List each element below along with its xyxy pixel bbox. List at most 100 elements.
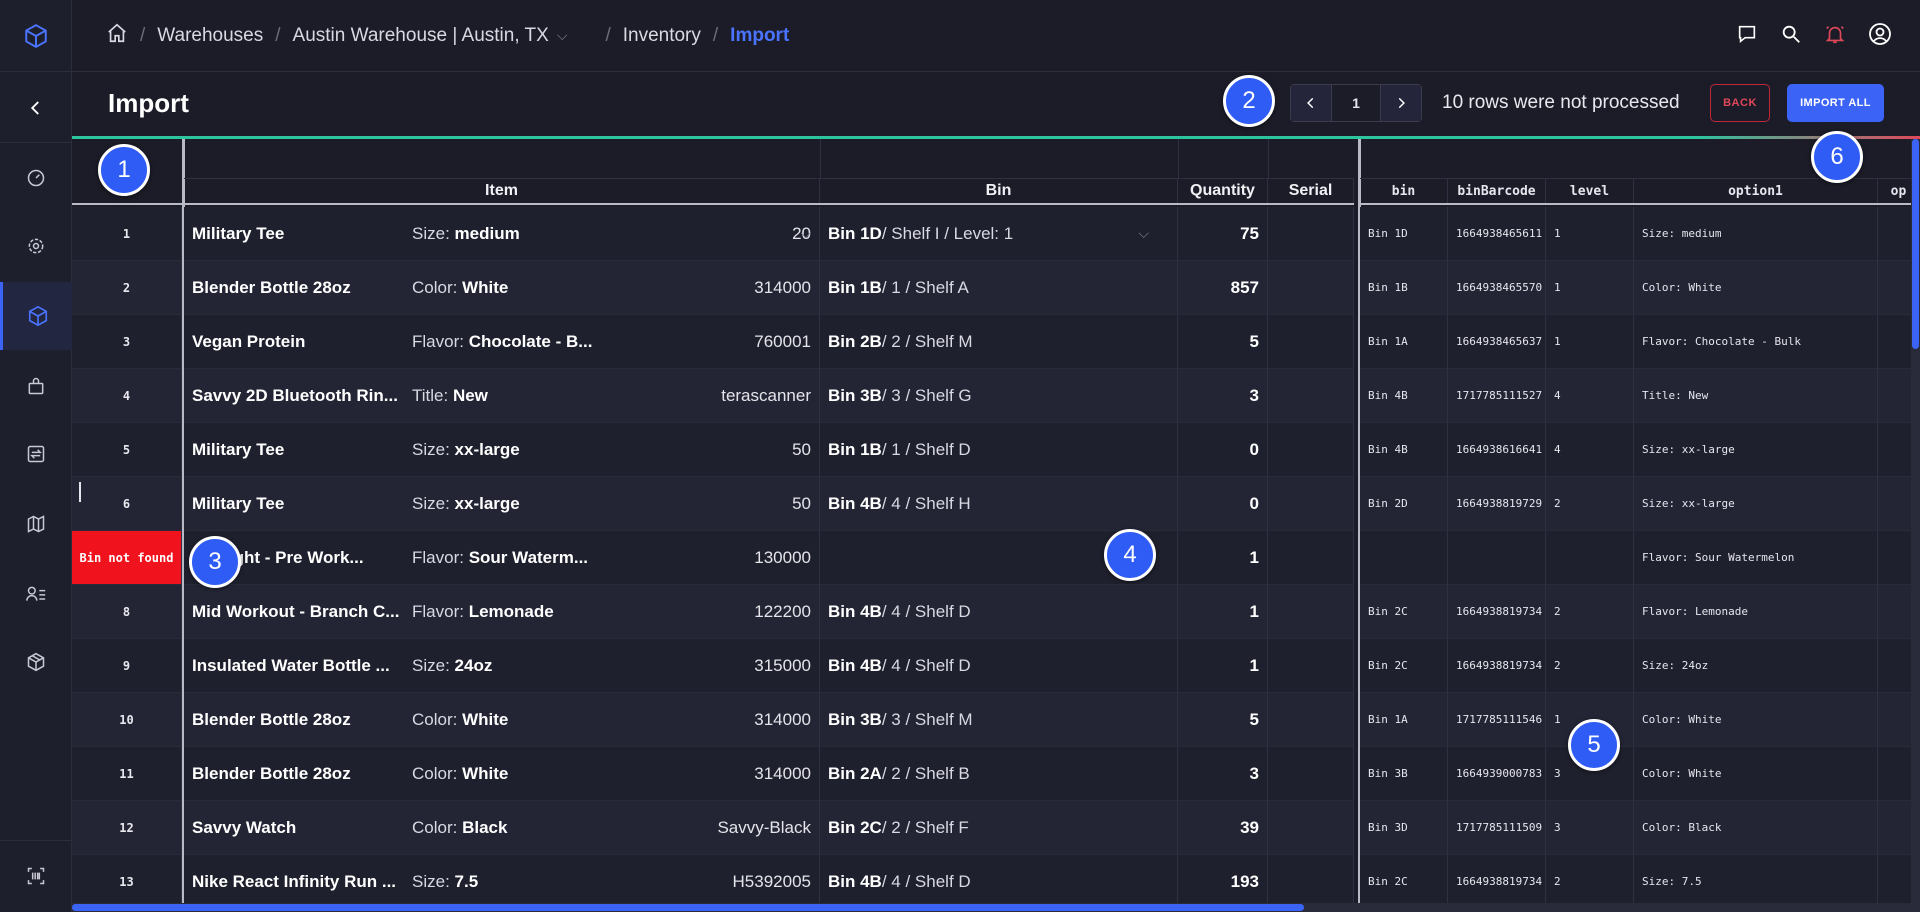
- bin-select[interactable]: Bin 3B / 3 / Shelf M: [820, 693, 1178, 746]
- quantity-value[interactable]: 1: [1178, 531, 1268, 584]
- item-variant[interactable]: Size: xx-large: [408, 423, 602, 476]
- table-row[interactable]: Blender Bottle 28oz Color: White 314000 Bin…: [184, 747, 1354, 801]
- quantity-value[interactable]: 3: [1178, 747, 1268, 800]
- table-row[interactable]: 8: [72, 585, 182, 639]
- table-row[interactable]: Mid Workout - Branch C... Flavor: Lemonad…: [184, 585, 1354, 639]
- bin-select[interactable]: Bin 4B / 4 / Shelf D: [820, 585, 1178, 638]
- settings-gear-icon[interactable]: [0, 212, 72, 280]
- quantity-value[interactable]: 75: [1178, 207, 1268, 260]
- quantity-value[interactable]: 5: [1178, 315, 1268, 368]
- prev-page-button[interactable]: [1291, 85, 1331, 121]
- item-variant[interactable]: Flavor: Chocolate - B...: [408, 315, 602, 368]
- bin-select[interactable]: Bin 2C / 2 / Shelf F: [820, 801, 1178, 854]
- notification-bell-icon[interactable]: [1824, 23, 1846, 50]
- serial-value[interactable]: [1268, 477, 1354, 530]
- item-variant[interactable]: Title: New: [408, 369, 602, 422]
- quantity-value[interactable]: 1: [1178, 585, 1268, 638]
- inventory-box-icon[interactable]: [0, 282, 72, 350]
- quantity-value[interactable]: 5: [1178, 693, 1268, 746]
- table-row[interactable]: 12: [72, 801, 182, 855]
- chevron-down-icon[interactable]: ⌵: [557, 27, 568, 44]
- chevron-down-icon[interactable]: ⌵: [800, 225, 811, 242]
- home-icon[interactable]: [106, 22, 128, 50]
- serial-value[interactable]: [1268, 639, 1354, 692]
- table-row[interactable]: Military Tee Size: xx-large 50 Bin 4B / 4 /…: [184, 477, 1354, 531]
- bag-icon[interactable]: [0, 352, 72, 420]
- serial-value[interactable]: [1268, 531, 1354, 584]
- quantity-value[interactable]: 857: [1178, 261, 1268, 314]
- breadcrumb-warehouse-select[interactable]: Austin Warehouse | Austin, TX: [293, 25, 549, 47]
- table-row[interactable]: 6: [72, 477, 182, 531]
- users-list-icon[interactable]: [0, 560, 72, 628]
- header-bin[interactable]: Bin: [820, 179, 1178, 203]
- item-variant[interactable]: Size: 24oz: [408, 639, 602, 692]
- item-variant[interactable]: Color: Black: [408, 801, 602, 854]
- header-item[interactable]: Item: [184, 179, 820, 203]
- bin-select[interactable]: Bin 4B / 4 / Shelf H: [820, 477, 1178, 530]
- item-variant[interactable]: Color: White: [408, 747, 602, 800]
- quantity-value[interactable]: 193: [1178, 855, 1268, 903]
- table-row[interactable]: 9: [72, 639, 182, 693]
- item-name[interactable]: Blender Bottle 28oz: [184, 261, 408, 314]
- header-serial[interactable]: Serial: [1268, 179, 1354, 203]
- table-row[interactable]: 10: [72, 693, 182, 747]
- header-raw-level[interactable]: level: [1546, 179, 1634, 203]
- cube-logo-icon[interactable]: [0, 0, 71, 72]
- header-raw-binbarcode[interactable]: binBarcode: [1448, 179, 1546, 203]
- item-variant[interactable]: Size: xx-large: [408, 477, 602, 530]
- next-page-button[interactable]: [1381, 85, 1421, 121]
- package-icon[interactable]: [0, 628, 72, 696]
- header-raw-bin[interactable]: bin: [1360, 179, 1448, 203]
- quantity-value[interactable]: 0: [1178, 423, 1268, 476]
- quantity-value[interactable]: 3: [1178, 369, 1268, 422]
- item-variant[interactable]: Size: medium: [408, 207, 602, 260]
- table-row[interactable]: 4: [72, 369, 182, 423]
- item-name[interactable]: Savvy 2D Bluetooth Rin...: [184, 369, 408, 422]
- item-variant[interactable]: Flavor: Lemonade: [408, 585, 602, 638]
- bin-select[interactable]: Bin 1B / 1 / Shelf D: [820, 423, 1178, 476]
- item-variant[interactable]: Size: 7.5: [408, 855, 602, 903]
- item-name[interactable]: Blender Bottle 28oz: [184, 693, 408, 746]
- bin-select[interactable]: Bin 2A / 2 / Shelf B: [820, 747, 1178, 800]
- item-name[interactable]: Military Tee: [184, 477, 408, 530]
- breadcrumb-warehouses[interactable]: Warehouses: [157, 25, 263, 47]
- map-icon[interactable]: [0, 490, 72, 558]
- table-row[interactable]: Insulated Water Bottle ... Size: 24oz 3150…: [184, 639, 1354, 693]
- bin-select[interactable]: Bin 1B / 1 / Shelf A: [820, 261, 1178, 314]
- chat-icon[interactable]: [1736, 23, 1758, 50]
- transfer-icon[interactable]: [0, 420, 72, 488]
- item-variant[interactable]: Color: White: [408, 261, 602, 314]
- header-quantity[interactable]: Quantity: [1178, 179, 1268, 203]
- item-name[interactable]: Military Tee: [184, 207, 408, 260]
- serial-value[interactable]: [1268, 315, 1354, 368]
- search-icon[interactable]: [1780, 23, 1802, 50]
- table-row[interactable]: Vegan Protein Flavor: Chocolate - B... 760…: [184, 315, 1354, 369]
- table-row[interactable]: Military Tee Size: xx-large 50 Bin 1B / 1 /…: [184, 423, 1354, 477]
- table-row[interactable]: Savvy Watch Color: Black Savvy-Black Bin 2C…: [184, 801, 1354, 855]
- breadcrumb-inventory[interactable]: Inventory: [623, 25, 701, 47]
- item-variant[interactable]: Color: White: [408, 693, 602, 746]
- user-account-icon[interactable]: [1868, 22, 1892, 51]
- item-name[interactable]: Military Tee: [184, 423, 408, 476]
- bin-dropdown-chevron-icon[interactable]: ⌵: [1138, 225, 1149, 242]
- item-name[interactable]: Savvy Watch: [184, 801, 408, 854]
- item-name[interactable]: Vegan Protein: [184, 315, 408, 368]
- serial-value[interactable]: [1268, 693, 1354, 746]
- item-name[interactable]: Insulated Water Bottle ...: [184, 639, 408, 692]
- table-row[interactable]: Savvy 2D Bluetooth Rin... Title: New teras…: [184, 369, 1354, 423]
- serial-value[interactable]: [1268, 261, 1354, 314]
- table-row[interactable]: Blender Bottle 28oz Color: White 314000 Bin…: [184, 261, 1354, 315]
- barcode-scan-icon[interactable]: [0, 842, 72, 910]
- item-name[interactable]: Nike React Infinity Run ...: [184, 855, 408, 903]
- bin-select[interactable]: Bin 1D / Shelf I / Level: 1 ⌵: [820, 207, 1178, 260]
- table-row[interactable]: 11: [72, 747, 182, 801]
- serial-value[interactable]: [1268, 207, 1354, 260]
- import-all-button[interactable]: IMPORT ALL: [1787, 84, 1884, 122]
- table-row[interactable]: Military Tee Size: medium ⌵ 20 Bin 1D / Shel…: [184, 207, 1354, 261]
- serial-value[interactable]: [1268, 747, 1354, 800]
- table-row[interactable]: 5: [72, 423, 182, 477]
- bin-select[interactable]: Bin 4B / 4 / Shelf D: [820, 855, 1178, 903]
- page-number[interactable]: 1: [1331, 85, 1381, 121]
- table-row[interactable]: 2: [72, 261, 182, 315]
- serial-value[interactable]: [1268, 801, 1354, 854]
